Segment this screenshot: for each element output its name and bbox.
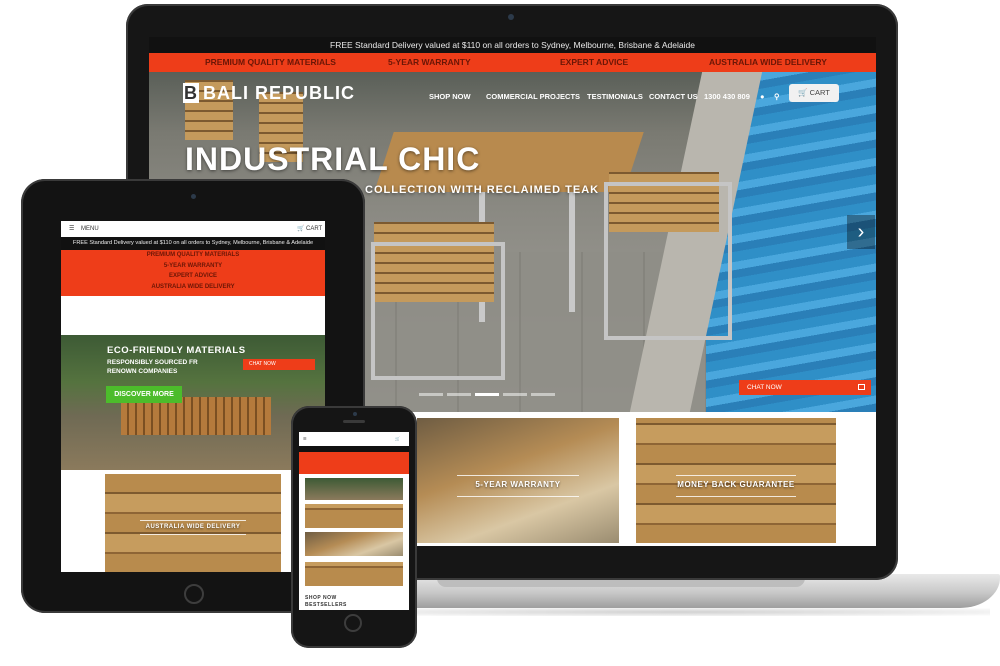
usp-quality: PREMIUM QUALITY MATERIALS [146, 252, 240, 258]
phone-tile[interactable] [305, 504, 403, 528]
usp-delivery: AUSTRALIA WIDE DELIVERY [151, 283, 235, 290]
usp-warranty: 5-YEAR WARRANTY [163, 262, 223, 269]
usp-advice: EXPERT ADVICE [168, 273, 218, 279]
usp-bar: PREMIUM QUALITY MATERIALS 5-YEAR WARRANT… [61, 250, 325, 296]
nav-testimonials[interactable]: TESTIMONIALS [587, 92, 643, 101]
slider-dots [419, 383, 559, 401]
slider-dot[interactable] [503, 393, 527, 396]
tile-delivery[interactable]: AUSTRALIA WIDE DELIVERY [105, 474, 281, 572]
hero-title: INDUSTRIAL CHIC [185, 141, 481, 177]
hero-subtitle: COLLECTION WITH RECLAIMED TEAK [365, 184, 600, 196]
slider-dot[interactable] [419, 393, 443, 396]
tablet-camera [191, 194, 196, 199]
usp-delivery: AUSTRALIA WIDE DELIVERY [709, 57, 827, 67]
usp-advice: EXPERT ADVICE [560, 57, 629, 67]
logo-text: BALI REPUBLIC [203, 83, 355, 103]
phone-tile[interactable] [305, 532, 403, 556]
phone-home-button[interactable] [344, 614, 362, 632]
tablet-home-button[interactable] [184, 584, 204, 604]
bestsellers-heading: BESTSELLERS [305, 602, 347, 608]
tile-warranty[interactable]: 5-YEAR WARRANTY [417, 418, 619, 543]
nav-shop-now[interactable]: SHOP NOW [429, 92, 471, 101]
cart-label[interactable]: CART [306, 221, 322, 237]
laptop-shadow [360, 608, 990, 616]
delivery-topbar: FREE Standard Delivery valued at $110 on… [61, 237, 325, 250]
shop-now-link[interactable]: SHOP NOW [305, 595, 337, 601]
hero-title: ECO-FRIENDLY MATERIALS [107, 345, 246, 356]
hero-subtitle: RESPONSIBLY SOURCED FR RENOWN COMPANIES [107, 358, 198, 376]
laptop-camera [508, 14, 514, 20]
discover-more-button[interactable]: DISCOVER MORE [106, 386, 182, 403]
delivery-topbar: FREE Standard Delivery valued at $110 on… [149, 37, 876, 53]
hero-subtitle-line-2: RENOWN COMPANIES [107, 368, 178, 375]
chat-now-button[interactable]: CHAT NOW [739, 380, 871, 395]
phone-camera [353, 412, 357, 416]
menu-icon[interactable]: ☰ [69, 221, 74, 237]
hero-subtitle-line-1: RESPONSIBLY SOURCED FR [107, 359, 198, 366]
chat-expand-icon [858, 384, 865, 390]
search-icon[interactable]: ⚲ [774, 92, 780, 101]
chat-now-button[interactable]: CHAT NOW [243, 359, 315, 370]
chat-label: CHAT NOW [747, 384, 782, 391]
usp-bar [299, 452, 409, 474]
cart-icon: 🛒 [798, 88, 808, 97]
phone-header: ☰ 🛒 [299, 432, 409, 446]
phone-tile[interactable] [305, 562, 403, 586]
phone-speaker [343, 420, 365, 423]
cart-button[interactable]: 🛒 CART [789, 84, 839, 102]
phone-hero [305, 478, 403, 500]
cart-icon[interactable]: 🛒 [395, 432, 400, 446]
usp-warranty: 5-YEAR WARRANTY [388, 57, 471, 67]
nav-contact-us[interactable]: CONTACT US [649, 92, 698, 101]
slider-dot-active[interactable] [475, 393, 499, 396]
tablet-screen: ☰ MENU 🛒 CART FREE Standard Delivery val… [61, 221, 325, 572]
nav-phone[interactable]: 1300 430 809 [704, 92, 750, 101]
brand-logo[interactable]: B BALI REPUBLIC [183, 83, 355, 104]
tile-warranty-label: 5-YEAR WARRANTY [475, 480, 561, 489]
usp-quality: PREMIUM QUALITY MATERIALS [205, 57, 336, 67]
nav-commercial-projects[interactable]: COMMERCIAL PROJECTS [486, 92, 580, 101]
cart-label: CART [809, 88, 830, 97]
usp-bar: PREMIUM QUALITY MATERIALS 5-YEAR WARRANT… [149, 53, 876, 72]
slider-dot[interactable] [531, 393, 555, 396]
tile-guarantee-label: MONEY BACK GUARANTEE [677, 480, 795, 489]
slider-next-arrow[interactable]: › [847, 215, 875, 249]
tablet-header: ☰ MENU 🛒 CART [61, 221, 325, 237]
menu-icon[interactable]: ☰ [303, 432, 307, 446]
menu-label[interactable]: MENU [81, 221, 99, 237]
logo-mark: B [183, 83, 199, 103]
phone-screen: ☰ 🛒 SHOP NOW BESTSELLERS [299, 432, 409, 610]
tile-delivery-label: AUSTRALIA WIDE DELIVERY [145, 524, 241, 530]
tile-guarantee[interactable]: MONEY BACK GUARANTEE [636, 418, 836, 543]
user-icon[interactable]: ● [760, 92, 765, 101]
cart-icon[interactable]: 🛒 [297, 221, 304, 237]
slider-dot[interactable] [447, 393, 471, 396]
